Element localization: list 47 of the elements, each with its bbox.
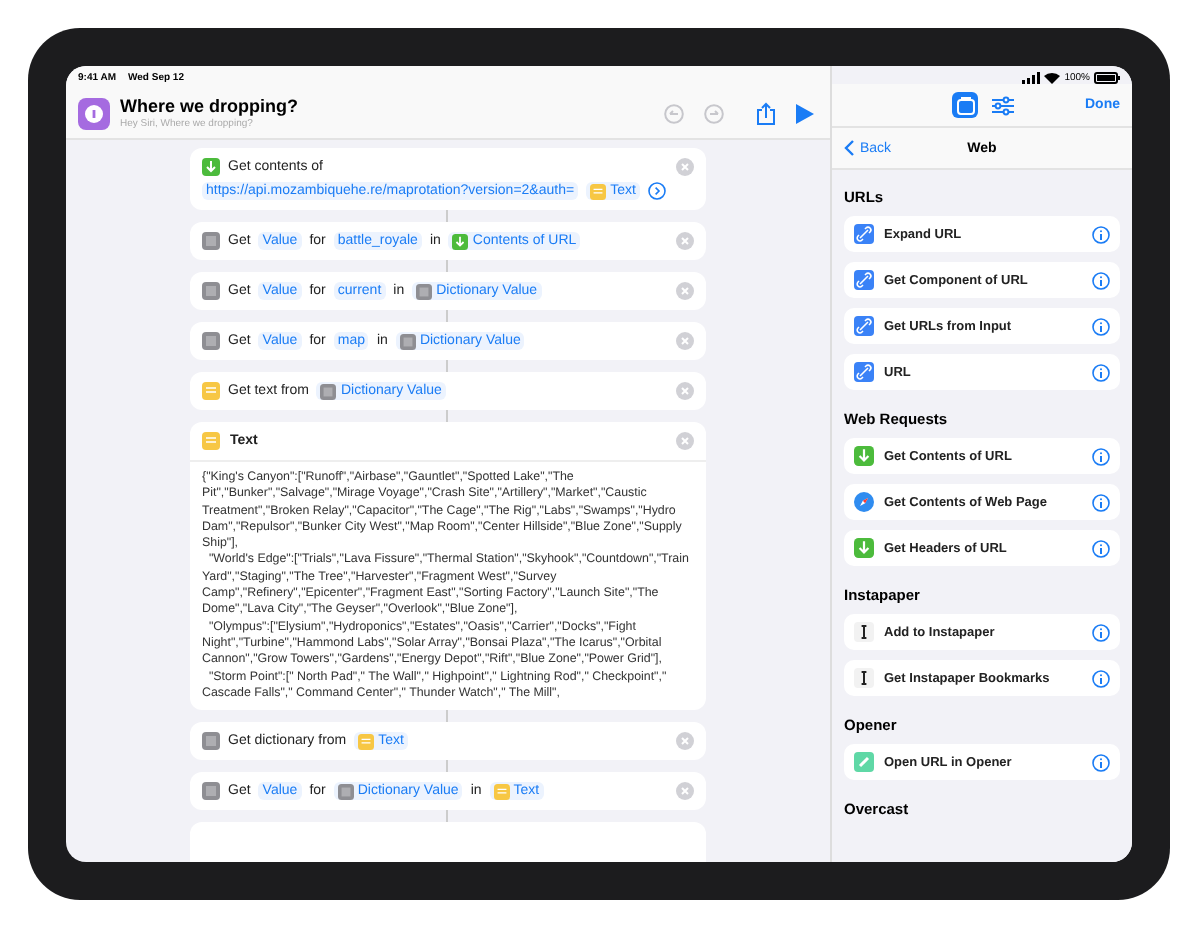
compass-icon — [854, 492, 874, 512]
settings-tab[interactable] — [990, 92, 1016, 118]
info-icon[interactable] — [1092, 753, 1110, 771]
battery-icon — [1094, 72, 1120, 84]
download-icon — [452, 233, 469, 249]
info-icon[interactable] — [1092, 363, 1110, 381]
info-icon[interactable] — [1092, 623, 1110, 641]
dictionary-icon — [399, 333, 416, 349]
info-icon[interactable] — [1092, 225, 1110, 243]
dictionary-icon — [202, 732, 220, 751]
dictionary-icon — [202, 282, 220, 300]
info-icon[interactable] — [1092, 271, 1110, 289]
info-icon[interactable] — [1092, 493, 1110, 511]
info-icon[interactable] — [1092, 447, 1110, 465]
opener-icon — [854, 752, 874, 772]
dictionary-icon — [320, 383, 337, 399]
link-icon — [854, 362, 874, 382]
link-icon — [854, 316, 874, 336]
signal-icon — [1022, 72, 1041, 84]
dictionary-icon — [202, 332, 220, 350]
action-library-tab[interactable] — [952, 92, 978, 118]
note-icon — [590, 183, 607, 199]
chevron-circle-icon[interactable] — [647, 182, 666, 200]
serif-i-icon — [854, 668, 874, 688]
note-icon — [358, 733, 375, 750]
shortcut-icon[interactable] — [78, 97, 110, 129]
info-icon[interactable] — [1092, 317, 1110, 335]
wifi-icon — [1044, 72, 1061, 84]
dictionary-icon — [202, 782, 220, 801]
dictionary-icon — [416, 283, 433, 299]
download-icon — [202, 158, 220, 176]
note-icon — [493, 783, 510, 800]
share-icon[interactable] — [756, 101, 776, 125]
note-icon — [202, 382, 220, 400]
shortcut-title: Where we dropping? — [120, 96, 300, 116]
note-icon — [202, 432, 220, 450]
info-icon[interactable] — [1092, 669, 1110, 687]
info-icon[interactable] — [1092, 539, 1110, 557]
dictionary-icon — [202, 232, 220, 250]
play-icon[interactable] — [796, 103, 814, 123]
download-icon — [854, 538, 874, 558]
dictionary-icon — [337, 783, 354, 800]
chevron-left-icon — [844, 140, 854, 156]
link-icon — [854, 270, 874, 290]
link-icon — [854, 224, 874, 244]
serif-i-icon — [854, 622, 874, 642]
download-icon — [854, 446, 874, 466]
